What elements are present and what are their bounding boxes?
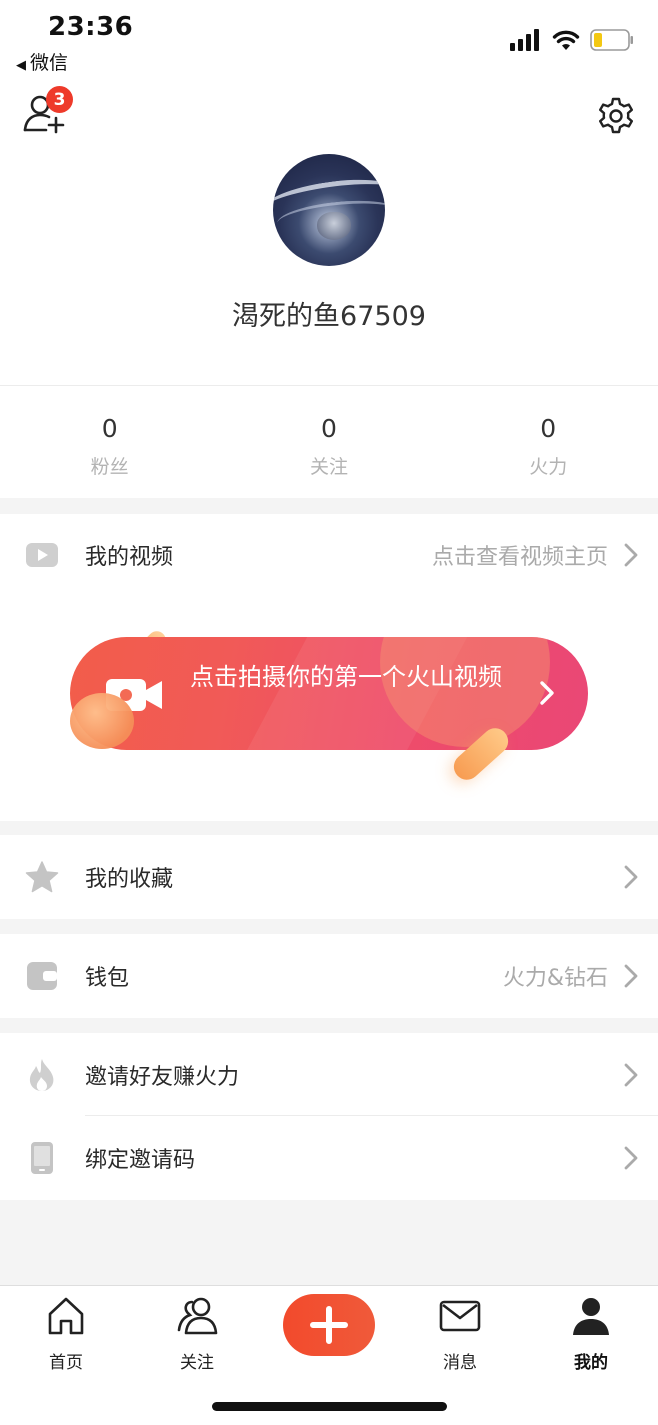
tab-me[interactable]: 我的 <box>551 1294 631 1373</box>
favorites-row[interactable]: 我的收藏 <box>0 835 658 919</box>
home-indicator[interactable] <box>212 1402 447 1411</box>
tab-label: 关注 <box>180 1353 214 1373</box>
tab-messages[interactable]: 消息 <box>420 1294 500 1373</box>
section-gap <box>0 498 658 514</box>
wifi-icon <box>552 30 580 50</box>
my-videos-label: 我的视频 <box>85 545 174 570</box>
chevron-right-icon <box>624 964 638 988</box>
bind-invite-code-row[interactable]: 绑定邀请码 <box>0 1116 658 1200</box>
avatar-figure <box>317 212 351 240</box>
wallet-sub: 火力&钻石 <box>502 966 608 991</box>
stat-firepower[interactable]: 0 火力 <box>439 386 658 498</box>
add-friend-button[interactable]: 3 <box>22 86 78 136</box>
back-arrow-icon: ◀ <box>16 58 26 73</box>
section-gap <box>0 919 658 934</box>
star-icon <box>24 859 60 895</box>
stats-bar: 0 粉丝 0 关注 0 火力 <box>0 386 658 498</box>
section-gap <box>0 821 658 835</box>
stat-label: 粉丝 <box>90 456 129 478</box>
signal-icon <box>510 29 539 51</box>
tab-label: 首页 <box>49 1353 83 1373</box>
chevron-right-icon <box>624 543 638 567</box>
my-videos-sub: 点击查看视频主页 <box>431 545 608 570</box>
back-to-wechat[interactable]: ◀ 微信 <box>16 48 68 75</box>
banner-arrow-icon <box>540 681 554 705</box>
flame-icon <box>24 1057 60 1093</box>
settings-button[interactable] <box>596 96 636 136</box>
users-icon <box>177 1297 218 1335</box>
tab-label: 我的 <box>574 1353 608 1373</box>
create-video-button[interactable] <box>283 1294 375 1356</box>
status-bar: 23:36 ◀ 微信 <box>0 0 658 80</box>
invite-friends-label: 邀请好友赚火力 <box>85 1064 240 1090</box>
section-gap <box>0 1018 658 1033</box>
chevron-right-icon <box>624 1146 638 1170</box>
chevron-right-icon <box>624 1063 638 1087</box>
my-videos-row[interactable]: 我的视频 点击查看视频主页 <box>0 514 658 596</box>
stat-value: 0 <box>540 414 557 443</box>
wallet-label: 钱包 <box>85 966 130 991</box>
stat-value: 0 <box>101 414 118 443</box>
username: 渴死的鱼67509 <box>232 301 426 332</box>
tab-home[interactable]: 首页 <box>26 1294 106 1373</box>
avatar[interactable] <box>273 154 385 266</box>
wallet-icon <box>24 958 60 994</box>
plus-icon <box>310 1306 348 1344</box>
favorites-label: 我的收藏 <box>85 867 174 892</box>
decor-bubble <box>70 693 134 749</box>
stat-following[interactable]: 0 关注 <box>219 386 438 498</box>
stat-fans[interactable]: 0 粉丝 <box>0 386 219 498</box>
stat-label: 关注 <box>309 456 348 478</box>
phone-icon <box>24 1140 60 1176</box>
bind-invite-code-label: 绑定邀请码 <box>85 1148 196 1173</box>
mail-icon <box>439 1300 481 1332</box>
stat-label: 火力 <box>529 456 568 478</box>
video-play-icon <box>24 537 60 573</box>
invite-friends-row[interactable]: 邀请好友赚火力 <box>0 1033 658 1116</box>
bottom-filler <box>0 1200 658 1285</box>
notification-badge: 3 <box>46 86 73 113</box>
settings-icon <box>599 97 633 134</box>
status-icons <box>510 26 634 54</box>
tab-label: 消息 <box>443 1353 477 1373</box>
banner-text: 点击拍摄你的第一个火山视频 <box>190 663 502 691</box>
wallet-row[interactable]: 钱包 火力&钻石 <box>0 934 658 1018</box>
battery-icon <box>590 29 633 51</box>
chevron-right-icon <box>624 865 638 889</box>
back-label: 微信 <box>30 52 69 74</box>
home-icon <box>48 1297 84 1335</box>
tab-following[interactable]: 关注 <box>157 1294 237 1373</box>
shoot-first-video-banner[interactable]: 点击拍摄你的第一个火山视频 <box>70 637 588 750</box>
person-icon <box>573 1298 609 1335</box>
stat-value: 0 <box>320 414 337 443</box>
status-time: 23:36 <box>48 12 134 42</box>
